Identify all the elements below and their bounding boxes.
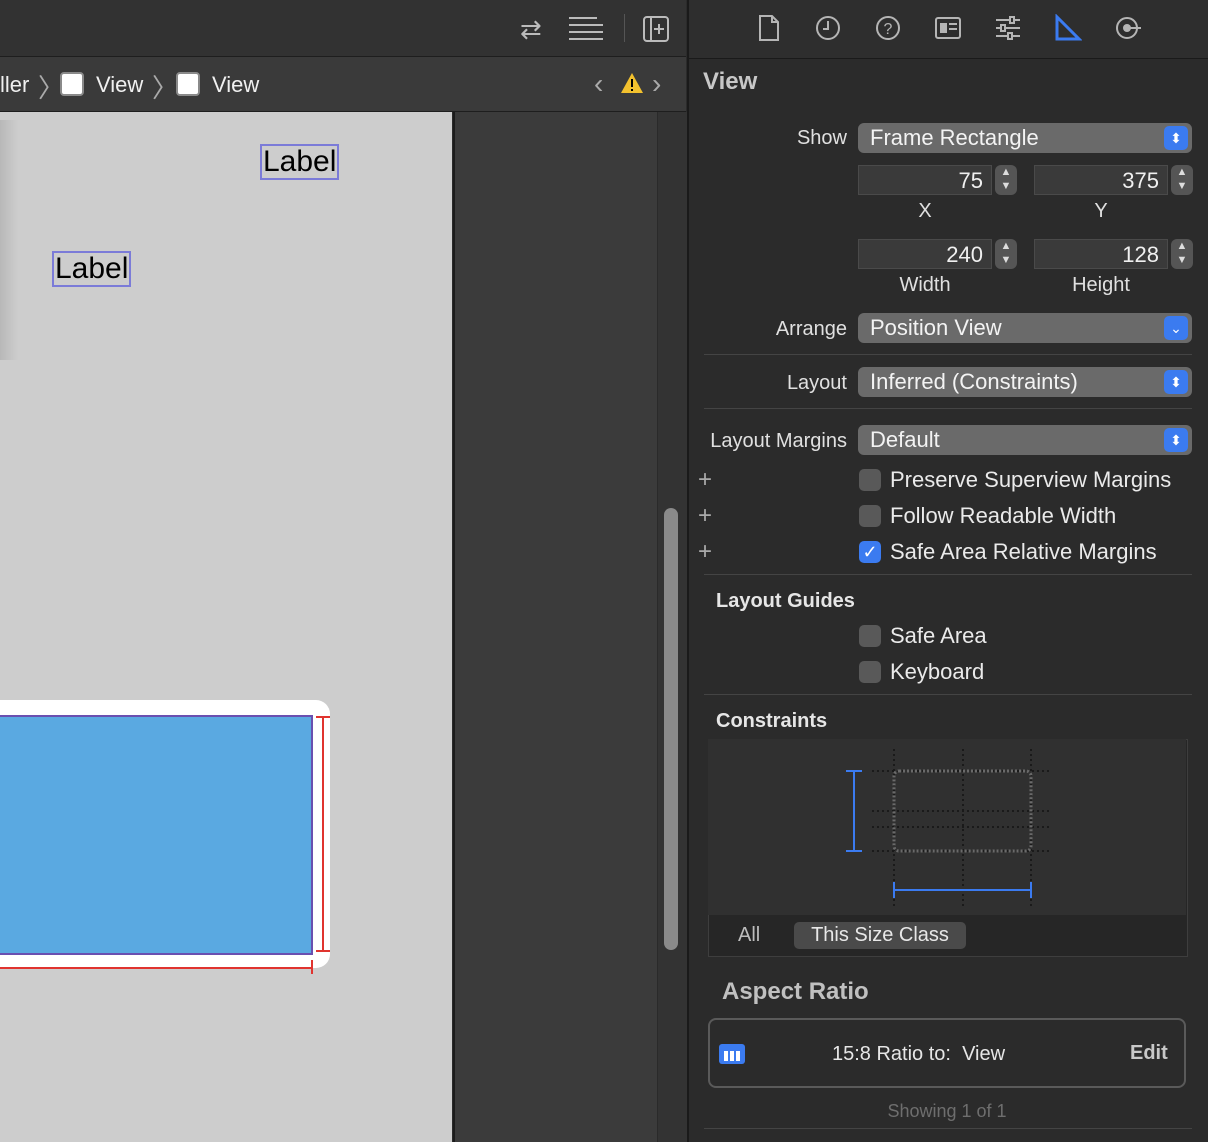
- canvas-background: [453, 112, 688, 1142]
- size-ruler-icon[interactable]: [1053, 13, 1083, 44]
- view-icon: [176, 72, 200, 96]
- aspect-ratio-text: 15:8 Ratio to: View: [832, 1043, 1006, 1065]
- show-label: Show: [796, 127, 847, 149]
- aspect-ratio-icon: [718, 1042, 746, 1071]
- arrange-value: Position View: [870, 315, 1002, 340]
- editor-toolbar: ⇄: [0, 0, 686, 57]
- safe-area-relative-margins-label: Safe Area Relative Margins: [890, 539, 1157, 564]
- follow-readable-width-checkbox[interactable]: [859, 505, 881, 527]
- constraint-line: [322, 716, 324, 952]
- segment-this-size-class[interactable]: This Size Class: [794, 922, 966, 949]
- svg-text:?: ?: [884, 21, 893, 38]
- showing-count: Showing 1 of 1: [887, 1101, 1007, 1121]
- device-edge: [0, 120, 18, 360]
- file-icon[interactable]: [754, 14, 784, 44]
- warning-icon[interactable]: [620, 72, 644, 99]
- plus-icon[interactable]: +: [698, 466, 712, 494]
- constraint-line: [0, 967, 313, 969]
- y-field[interactable]: 375: [1034, 165, 1168, 195]
- keyboard-label: Keyboard: [890, 659, 985, 684]
- y-caption: Y: [1094, 200, 1108, 222]
- plus-icon[interactable]: +: [698, 502, 712, 530]
- height-stepper[interactable]: ▲ ▼: [1171, 239, 1193, 269]
- preserve-superview-margins-checkbox[interactable]: [859, 469, 881, 491]
- attributes-icon[interactable]: [993, 14, 1023, 44]
- layout-margins-label: Layout Margins: [710, 430, 847, 452]
- updown-icon: ⬍: [1164, 126, 1188, 150]
- connections-icon[interactable]: [1113, 14, 1143, 44]
- layout-label: Layout: [786, 372, 847, 394]
- breadcrumb-prefix[interactable]: ller: [0, 72, 29, 98]
- layout-value: Inferred (Constraints): [870, 369, 1078, 394]
- segment-all[interactable]: All: [738, 924, 760, 947]
- breadcrumb-item-view[interactable]: View: [96, 72, 143, 98]
- width-caption: Width: [899, 274, 951, 296]
- inspector-title: View: [703, 68, 758, 95]
- blue-view[interactable]: [0, 715, 313, 955]
- height-caption: Height: [1072, 274, 1130, 296]
- edit-button[interactable]: Edit: [1130, 1042, 1168, 1065]
- chevron-right-icon: 〉: [152, 73, 179, 103]
- lines-icon[interactable]: [567, 14, 605, 47]
- add-editor-icon[interactable]: [642, 15, 670, 48]
- follow-readable-width-label: Follow Readable Width: [890, 503, 1117, 528]
- help-icon[interactable]: ?: [873, 14, 903, 44]
- show-popup[interactable]: Frame Rectangle ⬍: [858, 123, 1192, 153]
- preserve-superview-margins-label: Preserve Superview Margins: [890, 467, 1172, 492]
- layout-margins-popup[interactable]: Default ⬍: [858, 425, 1192, 455]
- label-element[interactable]: Label: [260, 144, 340, 180]
- safe-area-relative-margins-checkbox[interactable]: ✓: [859, 541, 881, 563]
- constraint-line: [311, 960, 313, 974]
- height-field[interactable]: 128: [1034, 239, 1168, 269]
- layout-guides-title: Layout Guides: [716, 590, 855, 612]
- aspect-ratio-title: Aspect Ratio: [722, 978, 869, 1005]
- width-stepper[interactable]: ▲ ▼: [995, 239, 1017, 269]
- label-element[interactable]: Label: [52, 251, 132, 287]
- chevron-left-icon[interactable]: ‹: [594, 68, 603, 100]
- y-stepper[interactable]: ▲ ▼: [1171, 165, 1193, 195]
- swap-icon[interactable]: ⇄: [520, 14, 542, 45]
- scrollbar-thumb[interactable]: [664, 508, 678, 950]
- chevron-down-icon: ⌄: [1164, 316, 1188, 340]
- view-icon: [60, 72, 84, 96]
- show-value: Frame Rectangle: [870, 125, 1039, 150]
- width-field[interactable]: 240: [858, 239, 992, 269]
- plus-icon[interactable]: +: [698, 538, 712, 566]
- updown-icon: ⬍: [1164, 428, 1188, 452]
- constraint-line: [316, 950, 330, 952]
- breadcrumb-item-view[interactable]: View: [212, 72, 259, 98]
- arrange-label: Arrange: [775, 318, 847, 340]
- x-caption: X: [918, 200, 932, 222]
- layout-popup[interactable]: Inferred (Constraints) ⬍: [858, 367, 1192, 397]
- x-field[interactable]: 75: [858, 165, 992, 195]
- layout-margins-value: Default: [870, 427, 940, 452]
- constraints-title: Constraints: [716, 710, 828, 732]
- keyboard-checkbox[interactable]: [859, 661, 881, 683]
- identity-icon[interactable]: [933, 14, 963, 44]
- chevron-right-icon[interactable]: ›: [652, 68, 661, 100]
- x-stepper[interactable]: ▲ ▼: [995, 165, 1017, 195]
- constraints-diagram: [708, 739, 1186, 915]
- safe-area-checkbox[interactable]: [859, 625, 881, 647]
- safe-area-label: Safe Area: [890, 623, 987, 648]
- arrange-popup[interactable]: Position View ⌄: [858, 313, 1192, 343]
- constraint-line: [316, 716, 330, 718]
- history-icon[interactable]: [813, 14, 843, 44]
- updown-icon: ⬍: [1164, 370, 1188, 394]
